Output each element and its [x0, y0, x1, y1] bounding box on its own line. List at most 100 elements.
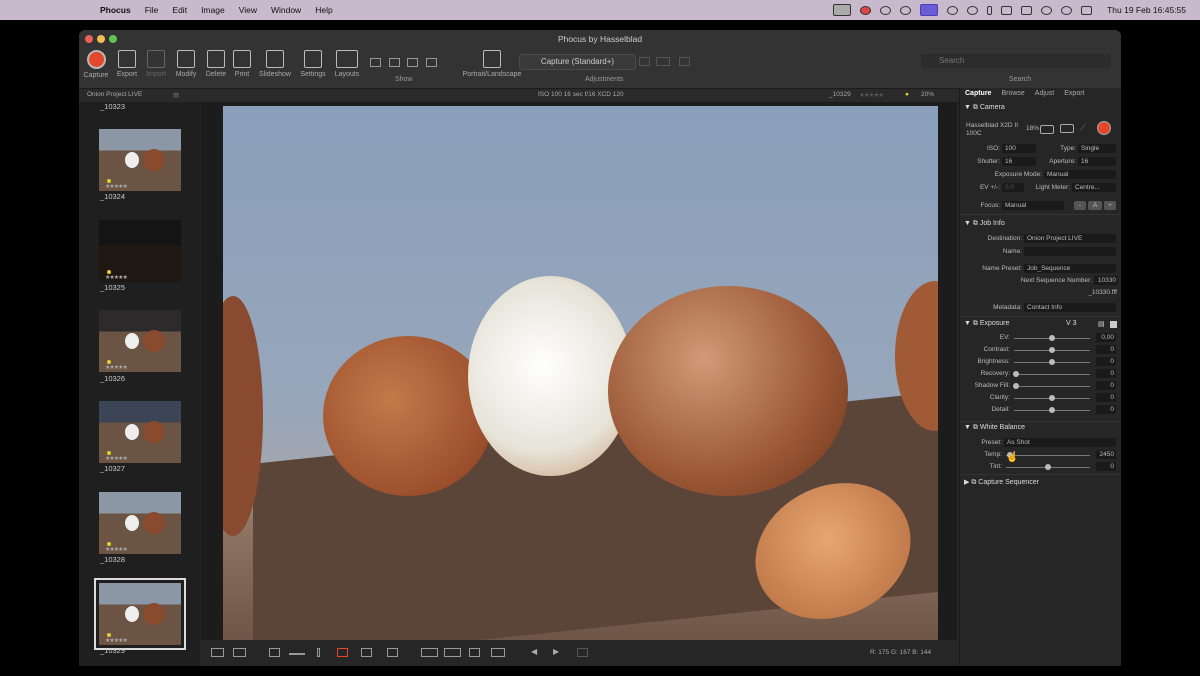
live-view-icon[interactable]: [1060, 124, 1074, 133]
menu-edit[interactable]: Edit: [172, 5, 187, 15]
exposure-slider-knob[interactable]: [1012, 383, 1019, 389]
exposure-version-select[interactable]: V 3: [1066, 320, 1077, 327]
exposure-slider[interactable]: [1014, 359, 1090, 365]
exposure-slider-value[interactable]: 0: [1096, 357, 1116, 366]
exposure-slider-value[interactable]: 0,00: [1096, 333, 1116, 342]
close-button[interactable]: [85, 35, 93, 43]
capture-sequencer-header[interactable]: ▶ ⧉ Capture Sequencer: [964, 478, 1039, 487]
import-button[interactable]: Import: [139, 50, 173, 78]
menu-app[interactable]: Phocus: [100, 5, 131, 15]
list-icon[interactable]: [387, 648, 398, 657]
adjustments-select[interactable]: Capture (Standard+): [519, 54, 636, 70]
menu-window[interactable]: Window: [271, 5, 301, 15]
tint-slider[interactable]: [1006, 464, 1090, 470]
moon-icon[interactable]: [947, 5, 959, 15]
thumbnail[interactable]: ★★★★★: [99, 401, 181, 463]
zoom-button[interactable]: [109, 35, 117, 43]
exposure-slider-knob[interactable]: [1049, 407, 1055, 413]
keyboard-icon[interactable]: [1001, 5, 1013, 15]
thumbnail[interactable]: ★★★★★: [99, 220, 181, 282]
tab-export[interactable]: Export: [1059, 88, 1089, 101]
play-icon[interactable]: [880, 5, 892, 15]
exposure-slider-value[interactable]: 0: [1096, 345, 1116, 354]
compare-icon[interactable]: [211, 648, 224, 657]
fullscreen-icon[interactable]: [577, 648, 588, 657]
rating-stars[interactable]: ★★★★★: [859, 91, 884, 99]
exposure-slider[interactable]: [1014, 335, 1090, 341]
menu-file[interactable]: File: [145, 5, 159, 15]
wb-picker-icon[interactable]: [337, 648, 348, 657]
previous-icon[interactable]: ◀: [531, 647, 537, 656]
stage-manager-icon[interactable]: [920, 4, 939, 16]
aperture-select[interactable]: 16: [1078, 157, 1116, 166]
zoom-level[interactable]: 20%: [921, 91, 934, 98]
white-balance-header[interactable]: ▼ ⧉ White Balance: [964, 424, 1025, 432]
cloud-icon[interactable]: [900, 5, 912, 15]
thumbnail-selected[interactable]: ★★★★★: [94, 578, 186, 650]
adjustment-apply-icon[interactable]: [639, 57, 650, 66]
tab-adjust[interactable]: Adjust: [1030, 88, 1059, 101]
exposure-slider[interactable]: [1014, 395, 1090, 401]
name-preset-select[interactable]: Job_Sequence: [1024, 264, 1116, 273]
tab-capture[interactable]: Capture: [960, 88, 996, 101]
show-all-icon[interactable]: [426, 58, 437, 67]
portrait-landscape-button[interactable]: Portrait/Landscape: [462, 50, 522, 78]
exposure-slider-value[interactable]: 0: [1096, 369, 1116, 378]
grid-icon[interactable]: [469, 648, 480, 657]
menu-help[interactable]: Help: [315, 5, 332, 15]
battery-icon[interactable]: [1021, 5, 1033, 15]
exposure-slider[interactable]: [1012, 383, 1090, 389]
next-icon[interactable]: ▶: [553, 647, 559, 656]
light-meter-select[interactable]: Centre...: [1072, 183, 1116, 192]
exposure-slider-knob[interactable]: [1049, 347, 1055, 353]
focus-minus-button[interactable]: -: [1074, 201, 1086, 210]
search-icon[interactable]: [1061, 5, 1073, 15]
search-input[interactable]: Search: [921, 54, 1111, 68]
temp-value[interactable]: 2450: [1096, 450, 1116, 459]
control-center-icon[interactable]: [1081, 5, 1093, 15]
exposure-slider[interactable]: [1012, 371, 1090, 377]
capture-icon[interactable]: [1097, 121, 1111, 135]
browser-options-icon[interactable]: ▤: [173, 91, 179, 99]
exposure-slider-knob[interactable]: [1049, 359, 1055, 365]
name-field[interactable]: [1024, 247, 1116, 256]
focus-plus-button[interactable]: +: [1104, 201, 1116, 210]
exposure-enable-checkbox[interactable]: [1110, 321, 1117, 328]
eyedropper-icon[interactable]: [317, 648, 320, 657]
exposure-slider-value[interactable]: 0: [1096, 405, 1116, 414]
minimize-button[interactable]: [97, 35, 105, 43]
wifi-icon[interactable]: [1041, 5, 1053, 15]
color-tag-icon[interactable]: ●: [905, 91, 909, 98]
exposure-slider[interactable]: [1014, 407, 1090, 413]
loupe-icon[interactable]: [421, 648, 438, 657]
print-button[interactable]: Print: [225, 50, 259, 78]
show-panel-icon[interactable]: [407, 58, 418, 67]
image-viewer[interactable]: [201, 102, 957, 641]
exposure-mode-select[interactable]: Manual: [1044, 170, 1116, 179]
clock-icon[interactable]: [967, 5, 979, 15]
job-info-header[interactable]: ▼ ⧉ Job Info: [964, 220, 1005, 228]
crop-icon[interactable]: [269, 648, 280, 657]
tab-browse[interactable]: Browse: [996, 88, 1029, 101]
tint-value[interactable]: 0: [1096, 462, 1116, 471]
metadata-select[interactable]: Contact Info: [1024, 303, 1116, 312]
main-image[interactable]: [223, 106, 938, 641]
show-viewer-icon[interactable]: [389, 58, 400, 67]
single-view-icon[interactable]: [233, 648, 246, 657]
next-sequence-field[interactable]: 10330: [1094, 276, 1118, 285]
temp-slider[interactable]: [1006, 452, 1090, 458]
menu-image[interactable]: Image: [201, 5, 225, 15]
focus-select[interactable]: Manual: [1002, 201, 1064, 210]
exposure-slider-value[interactable]: 0: [1096, 393, 1116, 402]
hand-icon[interactable]: [361, 648, 372, 657]
iso-select[interactable]: 100: [1002, 144, 1036, 153]
autofocus-button[interactable]: A: [1088, 201, 1102, 210]
thumbnail[interactable]: ★★★★★: [99, 129, 181, 191]
record-icon[interactable]: [860, 5, 872, 15]
exposure-slider-knob[interactable]: [1049, 335, 1055, 341]
destination-select[interactable]: Onion Project LIVE: [1024, 234, 1116, 243]
exposure-slider[interactable]: [1014, 347, 1090, 353]
ev-comp-field[interactable]: 0.0: [1002, 183, 1024, 192]
show-browser-icon[interactable]: [370, 58, 381, 67]
exposure-header[interactable]: ▼ ⧉ Exposure: [964, 320, 1009, 328]
